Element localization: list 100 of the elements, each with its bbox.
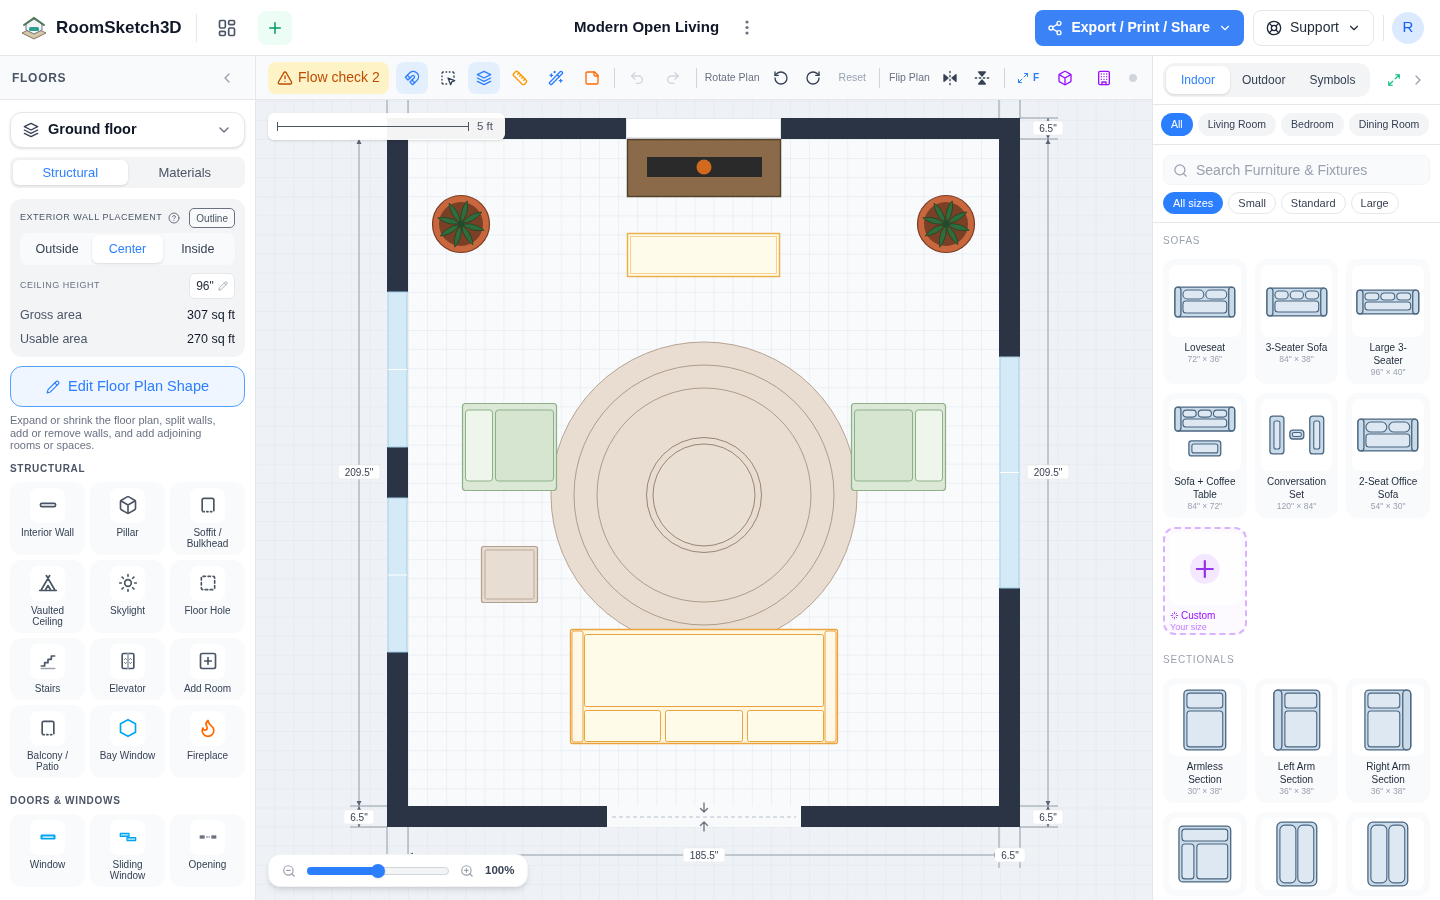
chaise-icon: [1352, 818, 1424, 890]
export-button[interactable]: Export / Print / Share: [1035, 9, 1244, 46]
tool-card[interactable]: Window: [10, 813, 85, 887]
tool-card[interactable]: Vaulted Ceiling: [10, 559, 85, 633]
tool-card[interactable]: Fireplace: [170, 704, 245, 778]
selection-icon: [439, 69, 456, 86]
magnet-button[interactable]: [395, 61, 428, 94]
flip-label: Flip Plan: [889, 69, 930, 85]
tab[interactable]: Materials: [127, 160, 242, 185]
tab[interactable]: Outdoor: [1230, 66, 1298, 94]
sofa-and-table-icon: [1169, 399, 1241, 471]
tool-card[interactable]: Skylight: [90, 559, 165, 633]
zoom-out-icon: [282, 863, 296, 878]
tab[interactable]: Structural: [13, 160, 128, 185]
flame-icon: [190, 710, 225, 746]
tool-card[interactable]: Elevator: [90, 637, 165, 700]
plus-square-icon: [190, 643, 225, 679]
wall: [387, 447, 408, 498]
fit-button[interactable]: F: [1016, 61, 1039, 94]
room-filter-chip[interactable]: Bedroom: [1281, 113, 1344, 136]
tool-card[interactable]: Floor Hole: [170, 559, 245, 633]
house-logo-icon: [20, 14, 48, 41]
tab[interactable]: Indoor: [1166, 66, 1231, 94]
help-text: Expand or shrink the floor plan, split walls, add or remove walls, and add adjoining rooms or spaces.: [10, 414, 217, 452]
user-avatar[interactable]: R: [1392, 11, 1424, 44]
furniture-card[interactable]: 2-Seat Office Sofa 54" × 30": [1346, 393, 1430, 518]
outline-button[interactable]: Outline: [189, 208, 235, 228]
tab[interactable]: Symbols: [1297, 66, 1368, 94]
up-arrow-icon: [699, 821, 709, 832]
custom-size-card[interactable]: Custom Your size: [1163, 527, 1247, 635]
zoom-slider[interactable]: [307, 866, 449, 875]
sofa-icon: [1352, 265, 1424, 337]
zoom-in-button[interactable]: [459, 862, 475, 879]
tool-card[interactable]: Stairs: [10, 637, 85, 700]
dimension-label: 185.5": [682, 847, 726, 863]
dimension-label: 209.5": [337, 464, 381, 480]
expand-icon: [1387, 73, 1402, 87]
sun-icon: [110, 565, 145, 601]
more-icon: [745, 20, 750, 35]
stairs-icon: [30, 643, 65, 679]
dotted-square-icon: [190, 487, 225, 523]
tool-card[interactable]: Sliding Window: [90, 813, 165, 887]
furniture-card[interactable]: Large 3-Seater 96" × 40": [1346, 259, 1430, 384]
dimension-label: 6.5": [1032, 120, 1064, 136]
elevator-icon: [110, 643, 145, 679]
redo-icon: [664, 69, 681, 86]
tool-card[interactable]: Bay Window: [90, 704, 165, 778]
potted-plant: [916, 194, 976, 254]
slider-thumb[interactable]: [371, 863, 385, 878]
dotted-square-icon: [30, 710, 65, 746]
floor-dropdown[interactable]: Ground floor: [10, 112, 245, 148]
layers-button[interactable]: [467, 61, 500, 94]
dashed-square-icon: [190, 565, 225, 601]
room-filter-chip[interactable]: Dining Room: [1348, 113, 1430, 136]
furniture-card[interactable]: Loveseat 72" × 36": [1163, 259, 1247, 384]
room-filter-chip[interactable]: Living Room: [1197, 113, 1277, 136]
room-filter-chip[interactable]: All: [1161, 113, 1193, 136]
magic-wand-icon: [547, 69, 564, 86]
furniture-card[interactable]: Armless Section 30" × 38": [1163, 678, 1247, 803]
ruler-icon: [511, 69, 528, 86]
layers-icon: [475, 69, 492, 86]
support-button[interactable]: Support: [1252, 9, 1374, 46]
sparkle-icon: [1170, 611, 1179, 620]
cube-icon: [1057, 69, 1073, 86]
furniture-card[interactable]: Sofa + Coffee Table 84" × 72": [1163, 393, 1247, 518]
size-filter-chip[interactable]: All sizes: [1163, 192, 1224, 214]
segment-option[interactable]: Inside: [162, 235, 233, 263]
furniture-card[interactable]: Conversation Set 120" × 84": [1254, 393, 1339, 518]
zoom-out-button[interactable]: [281, 862, 297, 879]
warning-icon: [277, 69, 293, 86]
tool-card[interactable]: Soffit / Bulkhead: [170, 481, 245, 555]
area-value: 307 sq ft: [187, 306, 235, 324]
down-arrow-icon: [699, 802, 709, 813]
dimension-label: 6.5": [994, 847, 1026, 863]
ceiling-height-field[interactable]: 96": [189, 273, 235, 299]
search-field[interactable]: Search Furniture & Fixtures: [1163, 155, 1430, 185]
sofa-icon: [1169, 265, 1241, 337]
furniture-card[interactable]: Right Arm Section 36" × 38": [1346, 678, 1430, 803]
segment-option[interactable]: Outside: [22, 235, 93, 263]
tool-card[interactable]: Interior Wall: [10, 481, 85, 555]
furniture-card[interactable]: Left Arm Section 36" × 38": [1254, 678, 1339, 803]
tool-card[interactable]: Opening: [170, 813, 245, 887]
furniture-card[interactable]: [1163, 812, 1247, 896]
scale-label: 5 ft: [477, 118, 493, 134]
furniture-card[interactable]: [1346, 812, 1430, 896]
building-icon: [1096, 69, 1112, 86]
sofa-section-icon: [1352, 684, 1424, 756]
tool-card[interactable]: Add Room: [170, 637, 245, 700]
furniture-card[interactable]: 3-Seater Sofa 84" × 38": [1254, 259, 1339, 384]
rotate-right-icon: [804, 69, 821, 86]
tent-icon: [30, 565, 65, 601]
pencil-icon: [217, 281, 228, 291]
tool-card[interactable]: Balcony / Patio: [10, 704, 85, 778]
tool-card[interactable]: Pillar: [90, 481, 165, 555]
flow-check-button[interactable]: Flow check 2: [268, 61, 389, 94]
flip-horizontal-icon: [941, 69, 958, 86]
segment-option[interactable]: Center: [92, 235, 163, 263]
add-button[interactable]: [257, 10, 292, 45]
furniture-card[interactable]: [1254, 812, 1339, 896]
sofa-section-icon: [1260, 684, 1333, 756]
